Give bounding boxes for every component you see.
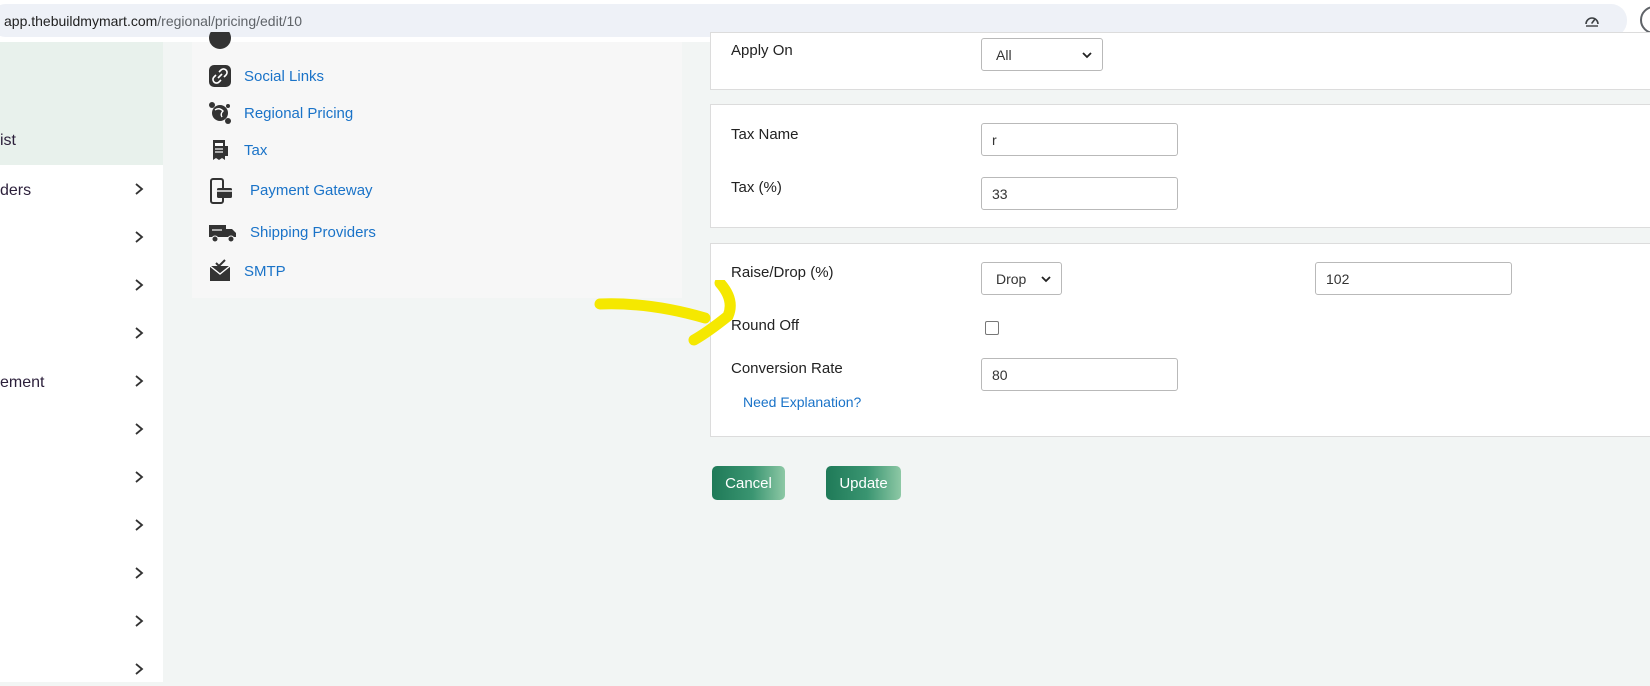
- chevron-right-icon: [135, 375, 144, 387]
- url-host: app.thebuildmymart.com: [4, 13, 158, 29]
- tax-percent-input[interactable]: [981, 177, 1178, 210]
- submenu-item-smtp[interactable]: SMTP: [208, 257, 408, 287]
- chevron-down-icon: [1082, 52, 1092, 59]
- payment-card-icon: [210, 178, 232, 204]
- round-off-checkbox[interactable]: [985, 321, 999, 335]
- sidebar-item[interactable]: [0, 224, 163, 254]
- tax-percent-label: Tax (%): [731, 179, 782, 196]
- cancel-button[interactable]: Cancel: [712, 466, 785, 500]
- sidebar-item-label: ders: [0, 182, 32, 199]
- submenu-item-payment-gateway[interactable]: Payment Gateway: [208, 176, 428, 206]
- submenu-item-label: Regional Pricing: [244, 105, 354, 122]
- delivery-truck-icon: [209, 225, 236, 243]
- chevron-right-icon: [135, 231, 144, 243]
- submenu-item-label: Tax: [244, 142, 268, 159]
- conversion-rate-input[interactable]: [981, 358, 1178, 391]
- apply-on-value: All: [996, 47, 1012, 63]
- url-text[interactable]: app.thebuildmymart.com/regional/pricing/…: [4, 13, 302, 29]
- chevron-right-icon: [135, 519, 144, 531]
- tax-receipt-icon: [213, 140, 228, 160]
- raise-drop-mode-select[interactable]: Drop: [981, 262, 1062, 295]
- apply-on-card: Apply On All: [710, 32, 1650, 90]
- chevron-right-icon: [135, 615, 144, 627]
- chevron-right-icon: [135, 423, 144, 435]
- sidebar-item-orders[interactable]: ders: [0, 176, 163, 206]
- sidebar-item[interactable]: [0, 560, 163, 590]
- chevron-right-icon: [135, 279, 144, 291]
- chevron-right-icon: [135, 327, 144, 339]
- submenu-item-label: Social Links: [244, 68, 325, 85]
- chevron-down-icon: [1041, 276, 1051, 283]
- url-path: /regional/pricing/edit/10: [157, 13, 303, 29]
- sidebar-item[interactable]: [0, 320, 163, 350]
- chevron-right-icon: [135, 567, 144, 579]
- submenu-item-tax[interactable]: Tax: [208, 136, 408, 166]
- pricing-adjustment-card: Raise/Drop (%) Drop Round Off Conversion…: [710, 243, 1650, 437]
- tax-name-input[interactable]: [981, 123, 1178, 156]
- left-sidebar: ist ders ement: [0, 42, 163, 682]
- raise-drop-value-input[interactable]: [1315, 262, 1512, 295]
- submenu-item-label: Shipping Providers: [250, 224, 376, 241]
- update-button[interactable]: Update: [826, 466, 901, 500]
- submenu-item-label: Payment Gateway: [250, 182, 373, 199]
- sidebar-item-label: ist: [0, 132, 16, 149]
- sidebar-item[interactable]: [0, 416, 163, 446]
- apply-on-label: Apply On: [731, 42, 793, 59]
- need-explanation-link[interactable]: Need Explanation?: [743, 394, 861, 410]
- speed-gauge-icon[interactable]: [1584, 13, 1600, 29]
- chevron-right-icon: [135, 471, 144, 483]
- sidebar-item[interactable]: [0, 272, 163, 302]
- link-icon: [209, 65, 231, 87]
- submenu-item-regional-pricing[interactable]: Regional Pricing: [208, 99, 408, 129]
- apply-on-select[interactable]: All: [981, 38, 1103, 71]
- globe-pricing-icon: [209, 102, 231, 124]
- partial-menu-icon: [209, 32, 231, 49]
- chevron-right-icon: [135, 663, 144, 675]
- submenu-item-shipping-providers[interactable]: Shipping Providers: [208, 218, 428, 248]
- profile-circle-icon[interactable]: [1640, 6, 1650, 34]
- sidebar-item[interactable]: [0, 464, 163, 494]
- sidebar-item-management[interactable]: ement: [0, 368, 163, 398]
- mail-icon: [209, 259, 231, 281]
- sidebar-item-label: ement: [0, 374, 45, 391]
- sidebar-item[interactable]: [0, 512, 163, 542]
- raise-drop-label: Raise/Drop (%): [731, 264, 834, 281]
- submenu-item-label: SMTP: [244, 263, 286, 280]
- submenu-item-social-links[interactable]: Social Links: [208, 62, 408, 92]
- raise-drop-mode-value: Drop: [996, 271, 1027, 287]
- tax-name-label: Tax Name: [731, 126, 799, 143]
- sidebar-item-list[interactable]: ist: [0, 126, 163, 156]
- conversion-rate-label: Conversion Rate: [731, 360, 843, 377]
- round-off-label: Round Off: [731, 317, 800, 334]
- settings-submenu: Social Links Regional Pricing Tax Paymen…: [192, 32, 682, 298]
- sidebar-item[interactable]: [0, 608, 163, 638]
- chevron-right-icon: [135, 183, 144, 195]
- tax-card: Tax Name Tax (%): [710, 104, 1650, 228]
